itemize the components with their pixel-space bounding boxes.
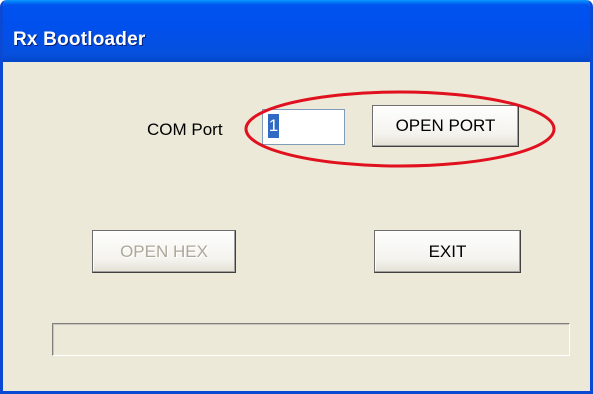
client-area: COM Port 1 OPEN PORT OPEN HEX EXIT: [3, 62, 590, 391]
bootloader-window: Rx Bootloader COM Port 1 OPEN PORT OPEN …: [0, 0, 593, 394]
progress-bar: [52, 323, 570, 356]
window-title: Rx Bootloader: [13, 29, 146, 50]
com-port-label: COM Port: [147, 120, 223, 139]
title-bar[interactable]: Rx Bootloader: [3, 0, 590, 62]
com-port-selected-text: 1: [268, 114, 279, 138]
exit-button[interactable]: EXIT: [374, 230, 521, 273]
open-hex-button[interactable]: OPEN HEX: [92, 230, 236, 273]
open-port-button[interactable]: OPEN PORT: [372, 105, 519, 147]
